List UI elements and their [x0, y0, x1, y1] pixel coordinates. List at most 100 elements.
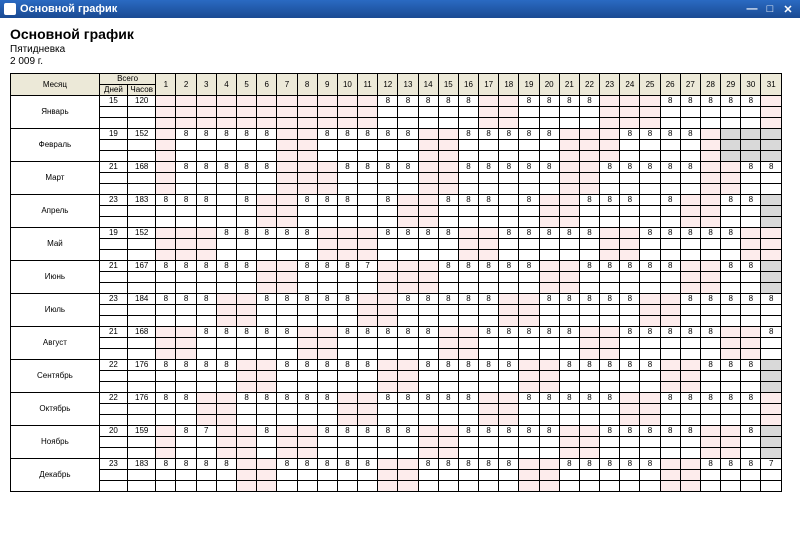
cell[interactable]: 8	[418, 327, 438, 338]
cell[interactable]	[438, 239, 458, 250]
cell[interactable]	[317, 338, 337, 349]
cell[interactable]: 8	[277, 393, 297, 404]
cell[interactable]: 8	[358, 426, 378, 437]
cell[interactable]	[660, 349, 680, 360]
cell[interactable]	[721, 305, 741, 316]
col-day-14[interactable]: 14	[418, 74, 438, 96]
cell[interactable]	[418, 173, 438, 184]
cell[interactable]	[559, 140, 579, 151]
cell[interactable]: 8	[438, 459, 458, 470]
cell[interactable]	[721, 481, 741, 492]
cell[interactable]	[600, 217, 620, 228]
cell[interactable]	[741, 272, 761, 283]
cell[interactable]	[196, 217, 216, 228]
cell[interactable]	[156, 349, 176, 360]
cell[interactable]	[559, 415, 579, 426]
cell[interactable]	[640, 382, 660, 393]
cell[interactable]	[680, 404, 700, 415]
cell[interactable]	[519, 360, 539, 371]
cell[interactable]	[539, 195, 559, 206]
cell[interactable]	[559, 404, 579, 415]
cell[interactable]: 8	[337, 129, 357, 140]
cell[interactable]	[257, 360, 277, 371]
cell[interactable]	[237, 481, 257, 492]
cell[interactable]	[660, 151, 680, 162]
col-day-19[interactable]: 19	[519, 74, 539, 96]
cell[interactable]	[237, 107, 257, 118]
cell[interactable]	[660, 250, 680, 261]
cell[interactable]	[761, 239, 782, 250]
cell[interactable]	[337, 250, 357, 261]
cell[interactable]	[277, 371, 297, 382]
cell[interactable]	[761, 173, 782, 184]
cell[interactable]	[519, 371, 539, 382]
cell[interactable]	[761, 140, 782, 151]
cell[interactable]	[600, 184, 620, 195]
cell[interactable]: 8	[378, 327, 398, 338]
cell[interactable]: 8	[761, 162, 782, 173]
cell[interactable]: 8	[196, 162, 216, 173]
cell[interactable]	[418, 316, 438, 327]
cell[interactable]	[680, 305, 700, 316]
cell[interactable]: 8	[680, 228, 700, 239]
cell[interactable]: 8	[156, 393, 176, 404]
cell[interactable]	[499, 415, 519, 426]
cell[interactable]	[378, 371, 398, 382]
cell[interactable]	[620, 316, 640, 327]
cell[interactable]: 8	[216, 360, 236, 371]
cell[interactable]	[600, 96, 620, 107]
cell[interactable]	[600, 272, 620, 283]
cell[interactable]	[559, 250, 579, 261]
cell[interactable]	[559, 217, 579, 228]
cell[interactable]: 8	[539, 129, 559, 140]
cell[interactable]: 8	[378, 195, 398, 206]
cell[interactable]	[579, 426, 599, 437]
cell[interactable]: 8	[337, 162, 357, 173]
cell[interactable]	[317, 118, 337, 129]
cell[interactable]	[539, 404, 559, 415]
cell[interactable]	[216, 217, 236, 228]
cell[interactable]: 8	[216, 129, 236, 140]
cell[interactable]	[196, 382, 216, 393]
cell[interactable]	[579, 162, 599, 173]
cell[interactable]	[257, 404, 277, 415]
cell[interactable]: 8	[438, 261, 458, 272]
cell[interactable]	[741, 371, 761, 382]
cell[interactable]	[479, 404, 499, 415]
cell[interactable]	[418, 250, 438, 261]
cell[interactable]	[640, 140, 660, 151]
cell[interactable]	[176, 327, 196, 338]
cell[interactable]	[458, 151, 478, 162]
cell[interactable]: 8	[519, 327, 539, 338]
cell[interactable]	[539, 261, 559, 272]
cell[interactable]	[640, 316, 660, 327]
cell[interactable]	[237, 272, 257, 283]
cell[interactable]	[358, 107, 378, 118]
cell[interactable]: 8	[499, 129, 519, 140]
col-day-28[interactable]: 28	[700, 74, 720, 96]
cell[interactable]	[519, 305, 539, 316]
cell[interactable]	[297, 206, 317, 217]
cell[interactable]	[640, 118, 660, 129]
cell[interactable]	[156, 272, 176, 283]
cell[interactable]	[600, 151, 620, 162]
cell[interactable]	[398, 151, 418, 162]
cell[interactable]	[277, 173, 297, 184]
cell[interactable]: 8	[458, 459, 478, 470]
cell[interactable]	[640, 338, 660, 349]
cell[interactable]	[297, 140, 317, 151]
cell[interactable]	[519, 217, 539, 228]
cell[interactable]	[418, 305, 438, 316]
cell[interactable]	[620, 349, 640, 360]
cell[interactable]	[337, 338, 357, 349]
col-day-2[interactable]: 2	[176, 74, 196, 96]
cell[interactable]	[721, 437, 741, 448]
cell[interactable]	[297, 118, 317, 129]
cell[interactable]	[438, 415, 458, 426]
cell[interactable]: 8	[176, 162, 196, 173]
cell[interactable]	[378, 470, 398, 481]
cell[interactable]	[640, 206, 660, 217]
cell[interactable]	[156, 305, 176, 316]
cell[interactable]: 8	[317, 129, 337, 140]
cell[interactable]: 8	[640, 459, 660, 470]
